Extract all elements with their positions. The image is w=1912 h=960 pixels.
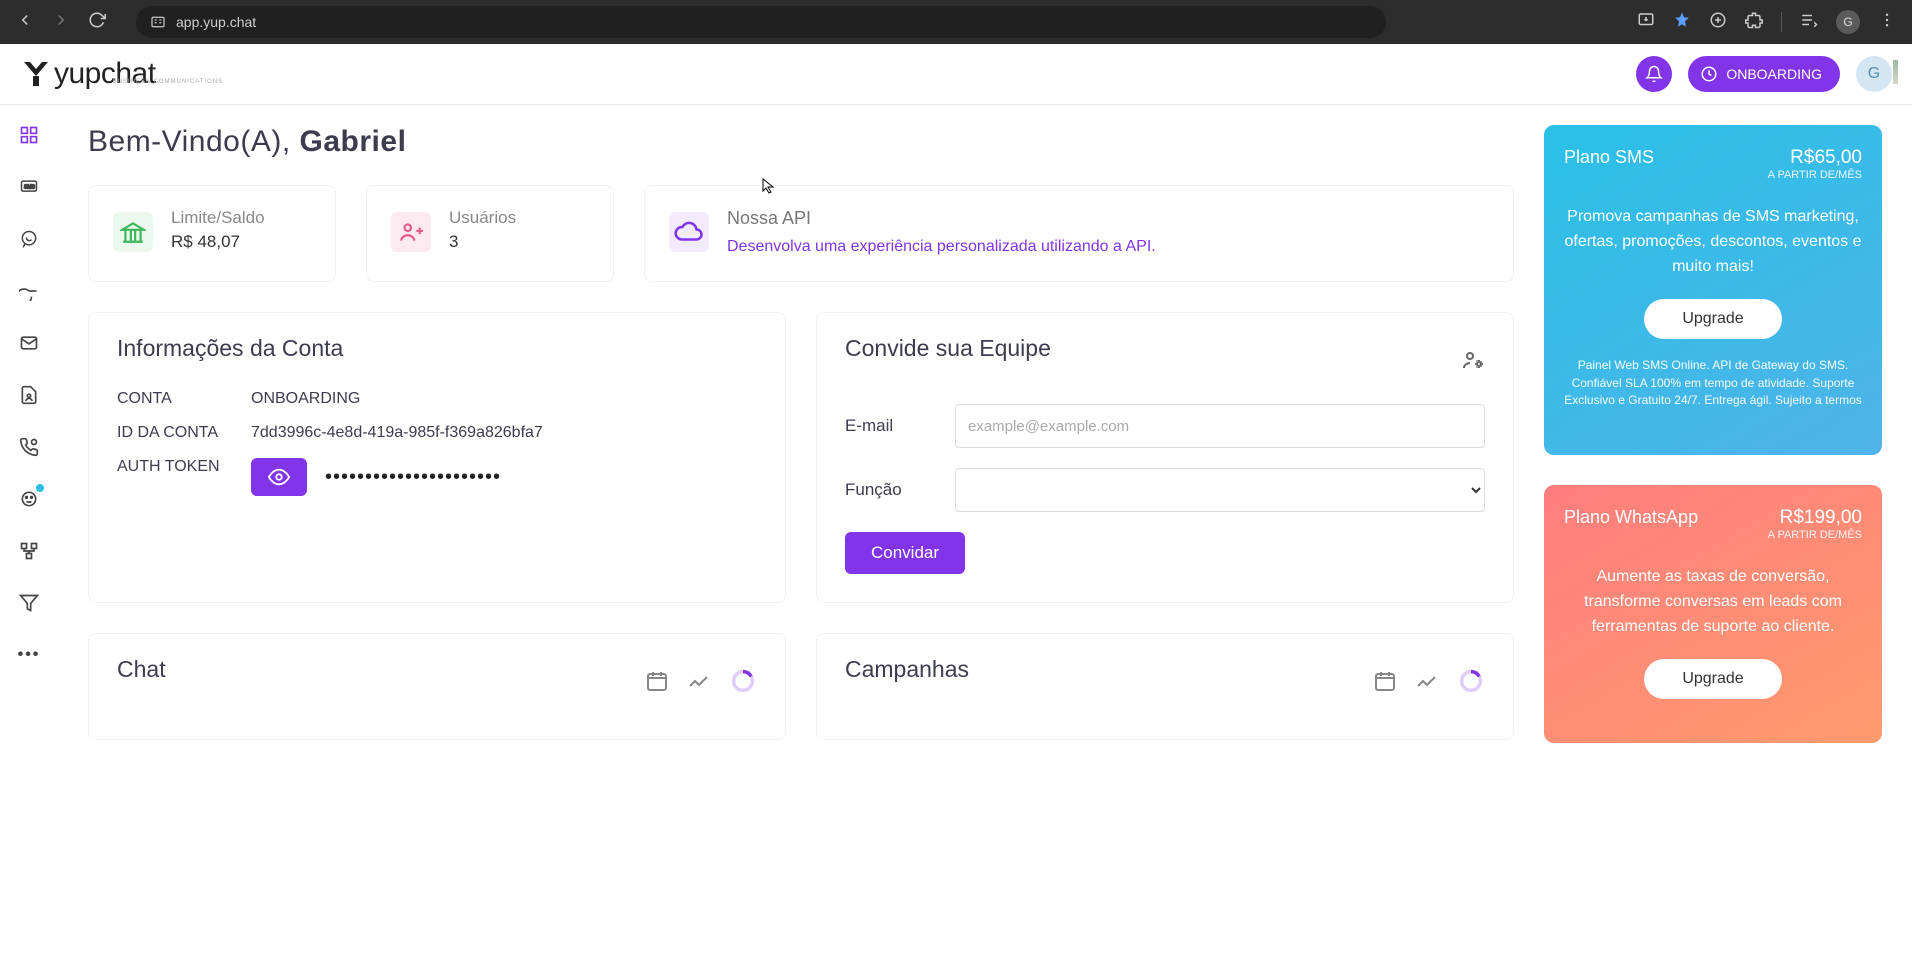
bookmark-star-icon[interactable] <box>1673 11 1691 34</box>
role-select[interactable] <box>955 468 1485 512</box>
loading-ring-icon[interactable] <box>729 667 757 700</box>
sidebar-item-filter[interactable] <box>17 591 41 615</box>
email-field[interactable] <box>955 404 1485 448</box>
upgrade-sms-button[interactable]: Upgrade <box>1644 299 1781 339</box>
account-info-card: Informações da Conta CONTA ONBOARDING ID… <box>88 312 786 603</box>
account-info-title: Informações da Conta <box>117 335 757 362</box>
dashboard-icon <box>1700 65 1718 83</box>
url-text: app.yup.chat <box>176 14 256 30</box>
extensions-icon[interactable] <box>1745 11 1763 34</box>
install-icon[interactable] <box>1637 11 1655 34</box>
page-title: Bem-Vindo(A), Gabriel <box>88 125 1514 159</box>
sidebar-item-voice[interactable] <box>17 435 41 459</box>
logo-icon <box>20 58 52 90</box>
nav-forward-icon[interactable] <box>52 11 70 34</box>
trend-icon[interactable] <box>1415 669 1439 698</box>
sidebar-item-flow[interactable] <box>17 539 41 563</box>
users-icon <box>391 212 431 252</box>
sidebar-item-google[interactable] <box>17 279 41 303</box>
sidebar-item-more[interactable]: ••• <box>17 643 41 667</box>
browser-chrome: app.yup.chat G <box>0 0 1912 44</box>
app-header: yupchat BUSINESS COMMUNICATIONS ONBOARDI… <box>0 44 1912 105</box>
plan-whatsapp-card: Plano WhatsApp R$199,00 A PARTIR DE/MÊS … <box>1544 485 1882 743</box>
browser-menu-icon[interactable] <box>1878 11 1896 34</box>
sidebar-item-dashboard[interactable] <box>17 123 41 147</box>
sidebar-item-sms[interactable]: SMS <box>17 175 41 199</box>
svg-text:SMS: SMS <box>24 185 36 191</box>
team-settings-icon[interactable] <box>1461 348 1485 377</box>
cloud-icon <box>669 212 709 252</box>
sidebar-item-contacts[interactable] <box>17 383 41 407</box>
invite-title: Convide sua Equipe <box>845 335 1051 362</box>
user-avatar[interactable]: G <box>1856 56 1892 92</box>
account-name-value: ONBOARDING <box>251 390 757 408</box>
upgrade-wa-button[interactable]: Upgrade <box>1644 659 1781 699</box>
reveal-token-button[interactable] <box>251 458 307 496</box>
invite-button[interactable]: Convidar <box>845 532 965 574</box>
sidebar-item-email[interactable] <box>17 331 41 355</box>
account-id-value: 7dd3996c-4e8d-419a-985f-f369a826bfa7 <box>251 424 757 442</box>
api-card[interactable]: Nossa API Desenvolva uma experiência per… <box>644 185 1514 282</box>
site-settings-icon <box>150 14 166 30</box>
plan-sms-card: Plano SMS R$65,00 A PARTIR DE/MÊS Promov… <box>1544 125 1882 455</box>
chat-card: Chat <box>88 633 786 740</box>
email-label: E-mail <box>845 416 955 436</box>
calendar-icon[interactable] <box>1373 669 1397 698</box>
loading-ring-icon[interactable] <box>1457 667 1485 700</box>
sidebar-item-bot[interactable] <box>17 487 41 511</box>
invite-team-card: Convide sua Equipe E-mail Função Convida… <box>816 312 1514 603</box>
sidebar-item-whatsapp[interactable] <box>17 227 41 251</box>
balance-card[interactable]: Limite/Saldo R$ 48,07 <box>88 185 336 282</box>
eye-icon <box>268 466 290 488</box>
bank-icon <box>113 212 153 252</box>
nav-back-icon[interactable] <box>16 11 34 34</box>
trend-icon[interactable] <box>687 669 711 698</box>
onboarding-button[interactable]: ONBOARDING <box>1688 56 1840 92</box>
users-card[interactable]: Usuários 3 <box>366 185 614 282</box>
logo[interactable]: yupchat BUSINESS COMMUNICATIONS <box>20 57 223 91</box>
browser-profile-avatar[interactable]: G <box>1836 10 1860 34</box>
sidebar: SMS ••• <box>0 105 58 960</box>
auth-token-masked: •••••••••••••••••••••• <box>325 466 501 489</box>
role-label: Função <box>845 480 955 500</box>
calendar-icon[interactable] <box>645 669 669 698</box>
campaigns-card: Campanhas <box>816 633 1514 740</box>
notifications-button[interactable] <box>1636 56 1672 92</box>
address-bar[interactable]: app.yup.chat <box>136 6 1386 38</box>
bell-icon <box>1645 65 1663 83</box>
plus-icon[interactable] <box>1709 11 1727 34</box>
nav-reload-icon[interactable] <box>88 11 106 34</box>
playlist-icon[interactable] <box>1800 11 1818 34</box>
